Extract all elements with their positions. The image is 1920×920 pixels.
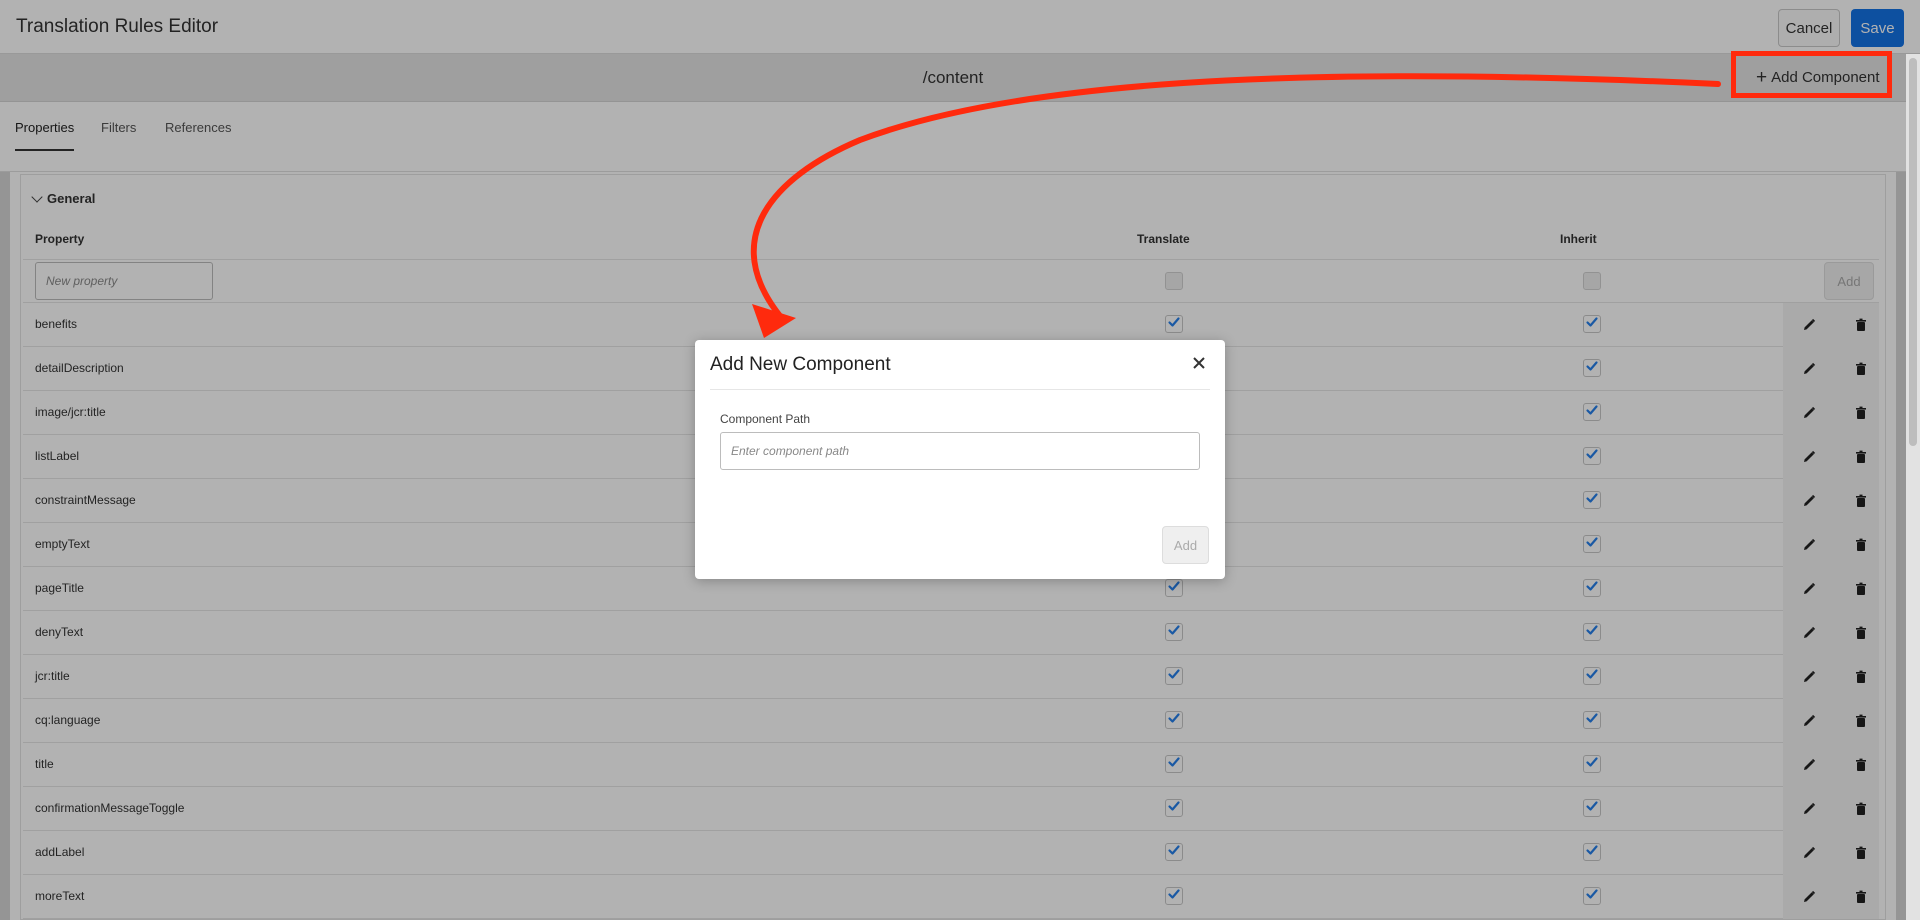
page-scrollbar[interactable] — [1906, 54, 1920, 920]
add-component-dialog: Add New Component Component Path Enter c… — [695, 340, 1225, 579]
component-path-label: Component Path — [720, 412, 811, 426]
dialog-add-button: Add — [1162, 526, 1209, 564]
close-icon[interactable] — [1190, 354, 1208, 372]
component-path-input[interactable]: Enter component path — [720, 432, 1200, 470]
annotation-highlight-box — [1731, 51, 1892, 98]
dialog-title: Add New Component — [710, 354, 891, 375]
dialog-divider — [710, 389, 1210, 390]
scrollbar-thumb[interactable] — [1909, 58, 1917, 446]
